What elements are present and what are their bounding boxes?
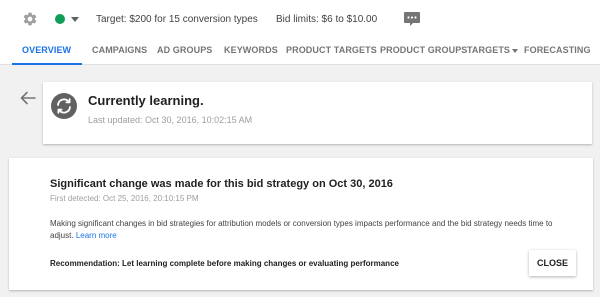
learning-title: Currently learning. xyxy=(88,93,204,108)
chevron-down-icon xyxy=(512,48,519,53)
learn-more-link[interactable]: Learn more xyxy=(76,231,117,240)
learning-status-card: Currently learning. Last updated: Oct 30… xyxy=(43,82,592,144)
sync-icon xyxy=(51,93,77,119)
gear-icon[interactable] xyxy=(22,11,38,27)
tab-campaigns[interactable]: CAMPAIGNS xyxy=(92,38,147,65)
tab-product-targets[interactable]: PRODUCT TARGETS xyxy=(286,38,377,65)
chevron-down-icon xyxy=(71,16,79,22)
status-dropdown[interactable] xyxy=(55,14,79,24)
change-title: Significant change was made for this bid… xyxy=(50,178,393,190)
first-detected-text: First detected: Oct 25, 2016, 20:10:15 P… xyxy=(50,194,199,203)
active-tab-indicator xyxy=(12,63,82,65)
top-bar: Target: $200 for 15 conversion types Bid… xyxy=(0,0,600,38)
change-description: Making significant changes in bid strate… xyxy=(50,218,565,242)
status-dot-icon xyxy=(55,14,65,24)
tab-targets-label: TARGETS xyxy=(467,45,511,55)
last-updated-text: Last updated: Oct 30, 2016, 10:02:15 AM xyxy=(88,115,253,125)
close-button[interactable]: CLOSE xyxy=(529,250,576,276)
description-text: Making significant changes in bid strate… xyxy=(50,219,553,240)
bid-limits-text: Bid limits: $6 to $10.00 xyxy=(276,14,378,25)
tab-ad-groups[interactable]: AD GROUPS xyxy=(157,38,212,65)
back-arrow-icon[interactable] xyxy=(20,91,36,105)
recommendation-text: Recommendation: Let learning complete be… xyxy=(50,259,399,268)
tab-product-groups[interactable]: PRODUCT GROUPS xyxy=(380,38,467,65)
tab-targets[interactable]: TARGETS xyxy=(467,38,519,65)
tab-keywords[interactable]: KEYWORDS xyxy=(224,38,278,65)
chat-icon[interactable] xyxy=(404,12,420,26)
bid-strategy-change-card: Significant change was made for this bid… xyxy=(9,158,593,290)
target-text: Target: $200 for 15 conversion types xyxy=(96,14,258,25)
tab-bar: OVERVIEW CAMPAIGNS AD GROUPS KEYWORDS PR… xyxy=(0,38,600,65)
tab-forecasting[interactable]: FORECASTING xyxy=(524,38,591,65)
tab-overview[interactable]: OVERVIEW xyxy=(22,38,71,65)
